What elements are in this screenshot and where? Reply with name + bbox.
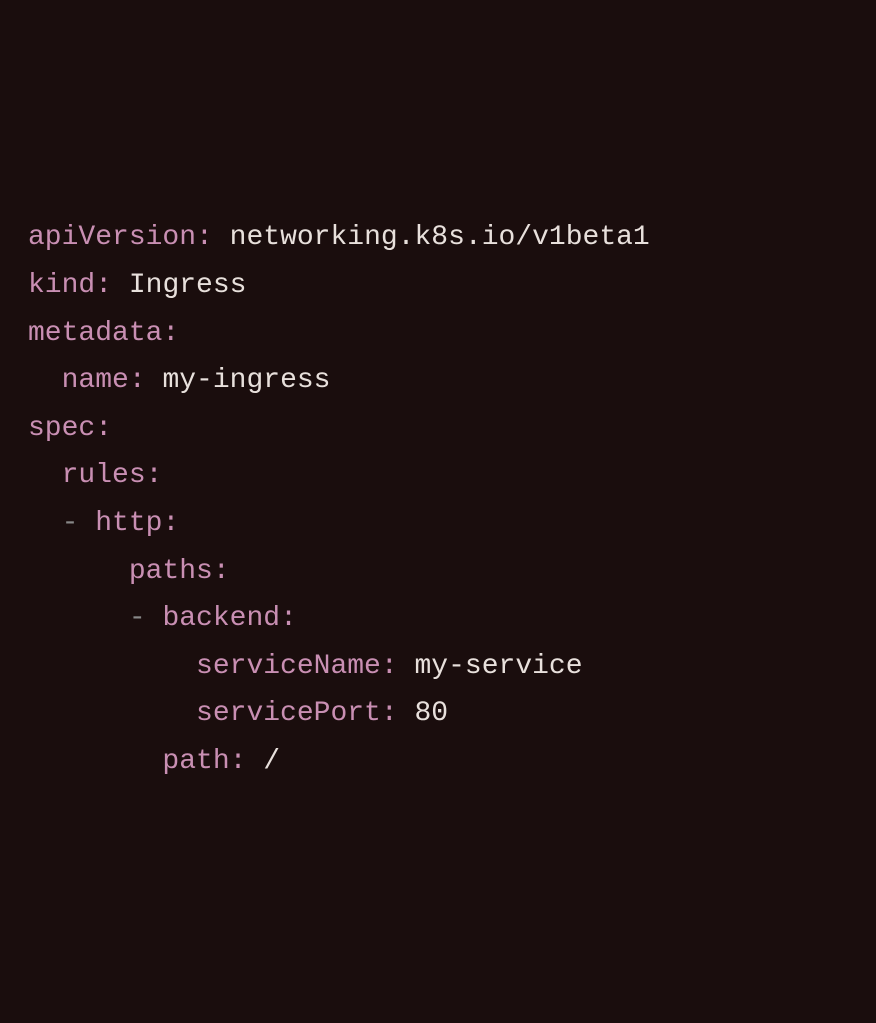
yaml-colon: : [381, 651, 398, 682]
yaml-colon: : [213, 556, 230, 587]
code-line: - backend: [28, 595, 848, 643]
yaml-colon: : [129, 365, 146, 396]
yaml-value: my-ingress [162, 365, 330, 396]
code-line: name: my-ingress [28, 357, 848, 405]
yaml-key: metadata [28, 318, 162, 349]
code-line: apiVersion: networking.k8s.io/v1beta1 [28, 214, 848, 262]
code-line: servicePort: 80 [28, 690, 848, 738]
yaml-colon: : [280, 603, 297, 634]
yaml-colon: : [146, 460, 163, 491]
yaml-value: 80 [415, 698, 449, 729]
yaml-colon: : [95, 413, 112, 444]
code-block: apiVersion: networking.k8s.io/v1beta1kin… [28, 214, 848, 785]
code-line: path: / [28, 738, 848, 786]
yaml-key: rules [62, 460, 146, 491]
yaml-dash: - [62, 508, 96, 539]
yaml-value: Ingress [129, 270, 247, 301]
yaml-dash: - [129, 603, 163, 634]
code-line: - http: [28, 500, 848, 548]
yaml-value: / [263, 746, 280, 777]
code-line: metadata: [28, 310, 848, 358]
code-line: rules: [28, 452, 848, 500]
yaml-key: kind [28, 270, 95, 301]
yaml-value: my-service [415, 651, 583, 682]
yaml-key: apiVersion [28, 222, 196, 253]
code-line: kind: Ingress [28, 262, 848, 310]
yaml-key: paths [129, 556, 213, 587]
yaml-value: networking.k8s.io/v1beta1 [230, 222, 650, 253]
code-line: spec: [28, 405, 848, 453]
yaml-key: http [95, 508, 162, 539]
yaml-colon: : [162, 318, 179, 349]
yaml-key: servicePort [196, 698, 381, 729]
yaml-key: backend [162, 603, 280, 634]
yaml-colon: : [381, 698, 398, 729]
yaml-colon: : [196, 222, 213, 253]
yaml-key: path [162, 746, 229, 777]
yaml-colon: : [95, 270, 112, 301]
code-line: paths: [28, 548, 848, 596]
yaml-key: spec [28, 413, 95, 444]
yaml-colon: : [230, 746, 247, 777]
yaml-key: name [62, 365, 129, 396]
yaml-colon: : [162, 508, 179, 539]
yaml-key: serviceName [196, 651, 381, 682]
code-line: serviceName: my-service [28, 643, 848, 691]
